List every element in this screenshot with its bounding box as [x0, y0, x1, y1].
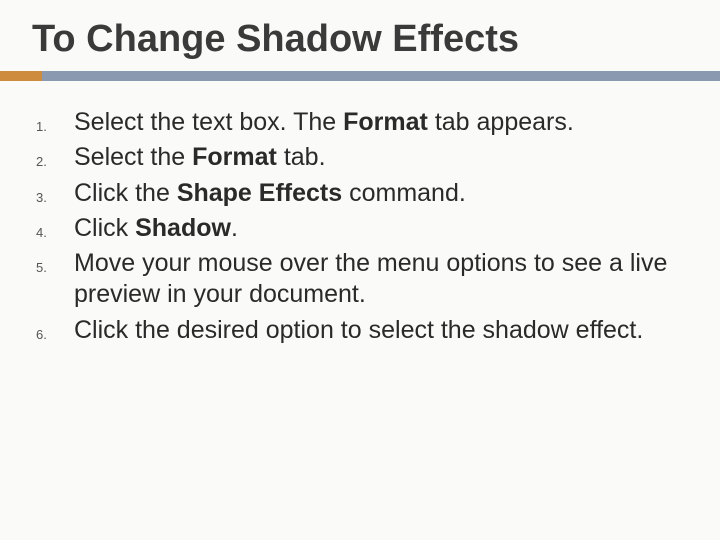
underline-main: [42, 71, 720, 81]
step-text: Select the text box. The Format tab appe…: [74, 107, 574, 138]
step-bold: Shadow: [135, 214, 231, 242]
steps-list: Select the text box. The Format tab appe…: [30, 107, 680, 346]
step-post: command.: [342, 179, 466, 207]
step-text: Click the desired option to select the s…: [74, 315, 643, 346]
step-pre: Move your mouse over the menu options to…: [74, 249, 667, 308]
slide: To Change Shadow Effects Select the text…: [0, 0, 720, 540]
step-text: Move your mouse over the menu options to…: [74, 248, 680, 311]
step-post: tab appears.: [428, 108, 574, 136]
step-pre: Select the: [74, 143, 192, 171]
step-post: tab.: [277, 143, 326, 171]
step-pre: Click: [74, 214, 135, 242]
content-area: Select the text box. The Format tab appe…: [0, 81, 720, 346]
step-bold: Shape Effects: [177, 179, 342, 207]
list-item: Move your mouse over the menu options to…: [30, 248, 680, 311]
step-pre: Click the desired option to select the s…: [74, 316, 643, 344]
list-item: Click the desired option to select the s…: [30, 315, 680, 346]
step-text: Select the Format tab.: [74, 142, 326, 173]
step-text: Click the Shape Effects command.: [74, 178, 466, 209]
slide-title: To Change Shadow Effects: [0, 18, 720, 71]
list-item: Click Shadow.: [30, 213, 680, 244]
step-post: .: [231, 214, 238, 242]
list-item: Select the Format tab.: [30, 142, 680, 173]
step-bold: Format: [343, 108, 428, 136]
step-bold: Format: [192, 143, 277, 171]
step-text: Click Shadow.: [74, 213, 238, 244]
list-item: Select the text box. The Format tab appe…: [30, 107, 680, 138]
list-item: Click the Shape Effects command.: [30, 178, 680, 209]
title-underline: [0, 71, 720, 81]
step-pre: Select the text box. The: [74, 108, 343, 136]
step-pre: Click the: [74, 179, 177, 207]
accent-block: [0, 71, 42, 81]
